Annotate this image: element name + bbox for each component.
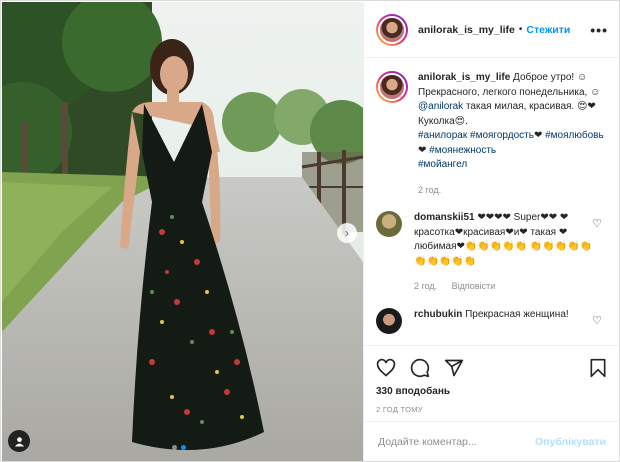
carousel-dots [172,445,186,450]
post-actions: 330 вподобань 2 ГОД ТОМУ [364,345,620,414]
comment-body: Прекрасная женщина! [462,308,569,320]
post-image [2,2,363,461]
post-photo[interactable]: › [2,2,363,461]
like-comment-icon[interactable]: ♡ [592,217,602,230]
heart-icon[interactable] [376,358,396,378]
share-icon[interactable] [444,358,464,378]
comments-list: anilorak_is_my_life Доброе утро! ☺ Прекр… [364,59,620,345]
next-photo-button[interactable]: › [337,223,357,243]
separator-dot: • [518,24,523,35]
hashtag-suffix: ❤ [533,130,543,141]
post-side-panel: anilorak_is_my_life • Стежити ••• anilor… [363,2,620,461]
hashtag-suffix: ❤ [418,144,427,156]
post-time: 2 ГОД ТОМУ [376,405,423,414]
caption-username[interactable]: anilorak_is_my_life [418,72,510,83]
hashtag-link[interactable]: #анилорак [418,130,467,141]
comment-username[interactable]: domanskii51 [414,212,475,223]
caption-meta: 2 год. [418,183,608,198]
caption-avatar[interactable] [376,71,408,103]
add-comment-bar: Опублікувати [364,421,620,461]
comment-item: rchubukin Прекрасная женщина! ♡ [376,307,608,334]
hashtag-link[interactable]: #моянежность [429,145,496,156]
comment-item: domanskii51 ❤❤❤❤ Super❤❤ ❤красотка❤краси… [376,211,608,294]
comment-text: domanskii51 ❤❤❤❤ Super❤❤ ❤красотка❤краси… [414,211,594,294]
follow-button[interactable]: Стежити [526,24,570,36]
hashtag-link[interactable]: #мойангел [418,159,467,170]
comment-text: rchubukin Прекрасная женщина! [414,308,594,334]
chevron-right-icon: › [345,226,349,240]
carousel-dot [172,445,177,450]
post-comment-button[interactable]: Опублікувати [535,436,606,448]
comment-avatar[interactable] [376,211,402,237]
action-icons [376,354,608,382]
avatar[interactable] [376,13,408,46]
likes-count[interactable]: 330 вподобань [376,386,608,397]
header-username[interactable]: anilorak_is_my_life [418,24,515,36]
caption: anilorak_is_my_life Доброе утро! ☺ Прекр… [376,71,608,197]
hashtag-link[interactable]: #моягордость [470,130,534,141]
like-comment-icon[interactable]: ♡ [592,314,602,327]
comment-time: 2 год. [414,281,438,291]
bookmark-icon[interactable] [588,358,608,378]
comment-avatar[interactable] [376,307,402,334]
carousel-dot [181,445,186,450]
comment-icon[interactable] [410,358,430,378]
reply-button[interactable]: Відповісти [452,281,496,291]
comment-input[interactable] [378,435,535,448]
post-header: anilorak_is_my_life • Стежити ••• [364,2,620,58]
tagged-users-button[interactable] [8,430,30,452]
hashtag-link[interactable]: #моялюбовь [545,130,604,141]
user-icon [14,436,24,447]
comment-username[interactable]: rchubukin [414,309,462,320]
comment-meta: 2 год. Відповісти [414,279,594,294]
post-dialog: › anilorak_is_my_life • Стежити ••• anil… [0,0,620,462]
more-options-icon[interactable]: ••• [590,22,608,38]
caption-time: 2 год. [418,184,442,195]
caption-text: anilorak_is_my_life Доброе утро! ☺ Прекр… [418,71,608,197]
caption-mention[interactable]: @anilorak [418,101,463,112]
